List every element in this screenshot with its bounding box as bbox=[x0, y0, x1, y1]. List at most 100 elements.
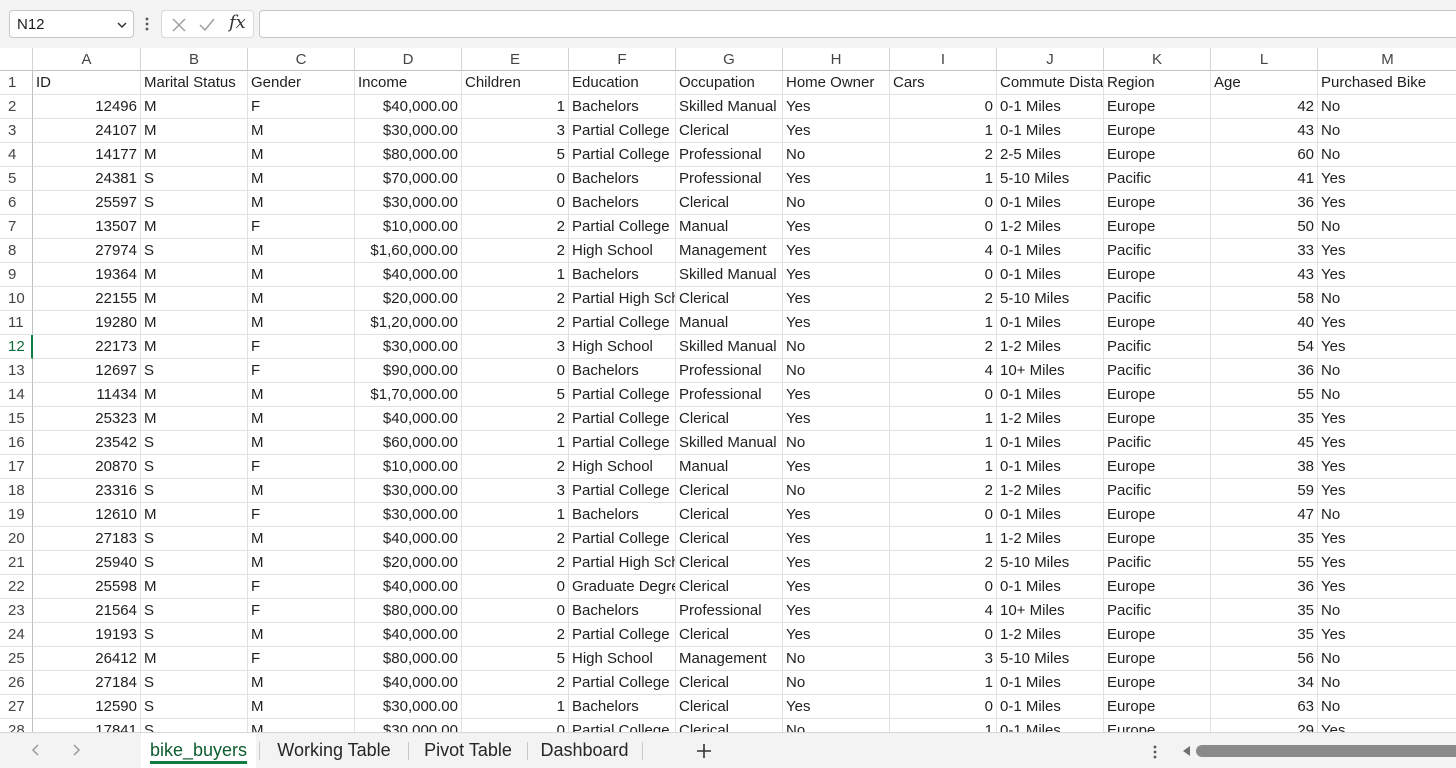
table-cell[interactable]: 2 bbox=[890, 143, 997, 167]
table-cell[interactable]: $40,000.00 bbox=[355, 95, 462, 119]
table-cell[interactable]: 0 bbox=[462, 575, 569, 599]
table-cell[interactable]: Yes bbox=[783, 695, 890, 719]
table-cell[interactable]: Clerical bbox=[676, 719, 783, 732]
column-header-d[interactable]: D bbox=[355, 48, 462, 71]
table-cell[interactable]: $70,000.00 bbox=[355, 167, 462, 191]
table-cell[interactable]: $40,000.00 bbox=[355, 527, 462, 551]
table-cell[interactable]: 0-1 Miles bbox=[997, 311, 1104, 335]
table-cell[interactable]: 0-1 Miles bbox=[997, 383, 1104, 407]
table-cell[interactable]: 0 bbox=[462, 167, 569, 191]
table-cell[interactable]: M bbox=[141, 407, 248, 431]
table-cell[interactable]: 0 bbox=[890, 623, 997, 647]
table-cell[interactable]: Yes bbox=[1318, 527, 1456, 551]
header-cell[interactable]: Region bbox=[1104, 71, 1211, 95]
table-cell[interactable]: Pacific bbox=[1104, 335, 1211, 359]
table-cell[interactable]: 0 bbox=[890, 695, 997, 719]
table-cell[interactable]: 25940 bbox=[33, 551, 141, 575]
table-cell[interactable]: Bachelors bbox=[569, 503, 676, 527]
table-cell[interactable]: 5-10 Miles bbox=[997, 647, 1104, 671]
table-cell[interactable]: No bbox=[1318, 143, 1456, 167]
table-cell[interactable]: $40,000.00 bbox=[355, 671, 462, 695]
table-cell[interactable]: No bbox=[783, 479, 890, 503]
table-cell[interactable]: 1-2 Miles bbox=[997, 215, 1104, 239]
table-cell[interactable]: Europe bbox=[1104, 311, 1211, 335]
row-header[interactable]: 23 bbox=[0, 599, 33, 623]
table-cell[interactable]: 0 bbox=[890, 215, 997, 239]
row-header[interactable]: 3 bbox=[0, 119, 33, 143]
table-cell[interactable]: Europe bbox=[1104, 119, 1211, 143]
table-cell[interactable]: Skilled Manual bbox=[676, 335, 783, 359]
horizontal-scrollbar[interactable] bbox=[1196, 745, 1456, 757]
table-cell[interactable]: 1 bbox=[462, 695, 569, 719]
table-cell[interactable]: M bbox=[141, 95, 248, 119]
table-cell[interactable]: 1-2 Miles bbox=[997, 527, 1104, 551]
table-cell[interactable]: M bbox=[141, 575, 248, 599]
table-cell[interactable]: 21564 bbox=[33, 599, 141, 623]
table-cell[interactable]: Yes bbox=[783, 311, 890, 335]
table-cell[interactable]: 1 bbox=[890, 527, 997, 551]
chevron-down-icon[interactable] bbox=[115, 18, 129, 32]
row-header[interactable]: 6 bbox=[0, 191, 33, 215]
table-cell[interactable]: 19280 bbox=[33, 311, 141, 335]
table-cell[interactable]: F bbox=[248, 455, 355, 479]
table-cell[interactable]: 1 bbox=[462, 431, 569, 455]
table-cell[interactable]: 40 bbox=[1211, 311, 1318, 335]
table-cell[interactable]: 41 bbox=[1211, 167, 1318, 191]
table-cell[interactable]: Yes bbox=[783, 215, 890, 239]
table-cell[interactable]: 33 bbox=[1211, 239, 1318, 263]
table-cell[interactable]: Bachelors bbox=[569, 359, 676, 383]
table-cell[interactable]: Europe bbox=[1104, 215, 1211, 239]
table-cell[interactable]: $40,000.00 bbox=[355, 623, 462, 647]
table-cell[interactable]: 58 bbox=[1211, 287, 1318, 311]
more-vertical-icon[interactable] bbox=[1152, 743, 1158, 761]
table-cell[interactable]: F bbox=[248, 503, 355, 527]
table-cell[interactable]: Clerical bbox=[676, 407, 783, 431]
table-cell[interactable]: M bbox=[248, 263, 355, 287]
table-cell[interactable]: 2 bbox=[462, 455, 569, 479]
table-cell[interactable]: 1 bbox=[890, 719, 997, 732]
row-header[interactable]: 22 bbox=[0, 575, 33, 599]
table-cell[interactable]: F bbox=[248, 575, 355, 599]
table-cell[interactable]: 2 bbox=[890, 551, 997, 575]
column-header-m[interactable]: M bbox=[1318, 48, 1456, 71]
table-cell[interactable]: 20870 bbox=[33, 455, 141, 479]
row-header[interactable]: 2 bbox=[0, 95, 33, 119]
table-cell[interactable]: M bbox=[248, 191, 355, 215]
table-cell[interactable]: 54 bbox=[1211, 335, 1318, 359]
table-cell[interactable]: High School bbox=[569, 239, 676, 263]
table-cell[interactable]: S bbox=[141, 167, 248, 191]
table-cell[interactable]: 36 bbox=[1211, 575, 1318, 599]
table-cell[interactable]: Pacific bbox=[1104, 167, 1211, 191]
table-cell[interactable]: $90,000.00 bbox=[355, 359, 462, 383]
table-cell[interactable]: No bbox=[1318, 383, 1456, 407]
table-cell[interactable]: 11434 bbox=[33, 383, 141, 407]
column-header-e[interactable]: E bbox=[462, 48, 569, 71]
table-cell[interactable]: 45 bbox=[1211, 431, 1318, 455]
table-cell[interactable]: 2-5 Miles bbox=[997, 143, 1104, 167]
table-cell[interactable]: 12697 bbox=[33, 359, 141, 383]
table-cell[interactable]: Clerical bbox=[676, 575, 783, 599]
table-cell[interactable]: 1 bbox=[890, 671, 997, 695]
table-cell[interactable]: 0 bbox=[890, 191, 997, 215]
table-cell[interactable]: Partial College bbox=[569, 623, 676, 647]
table-cell[interactable]: No bbox=[1318, 695, 1456, 719]
table-cell[interactable]: M bbox=[248, 167, 355, 191]
table-cell[interactable]: 2 bbox=[890, 479, 997, 503]
table-cell[interactable]: 0-1 Miles bbox=[997, 239, 1104, 263]
table-cell[interactable]: Europe bbox=[1104, 575, 1211, 599]
column-header-h[interactable]: H bbox=[783, 48, 890, 71]
table-cell[interactable]: Yes bbox=[783, 407, 890, 431]
table-cell[interactable]: Yes bbox=[783, 95, 890, 119]
row-header[interactable]: 5 bbox=[0, 167, 33, 191]
table-cell[interactable]: M bbox=[248, 695, 355, 719]
table-cell[interactable]: 12496 bbox=[33, 95, 141, 119]
table-cell[interactable]: Pacific bbox=[1104, 287, 1211, 311]
table-cell[interactable]: 5-10 Miles bbox=[997, 287, 1104, 311]
table-cell[interactable]: No bbox=[1318, 503, 1456, 527]
table-cell[interactable]: Bachelors bbox=[569, 167, 676, 191]
table-cell[interactable]: Pacific bbox=[1104, 431, 1211, 455]
table-cell[interactable]: F bbox=[248, 647, 355, 671]
table-cell[interactable]: Yes bbox=[1318, 191, 1456, 215]
table-cell[interactable]: Graduate Degree bbox=[569, 575, 676, 599]
table-cell[interactable]: Yes bbox=[783, 455, 890, 479]
